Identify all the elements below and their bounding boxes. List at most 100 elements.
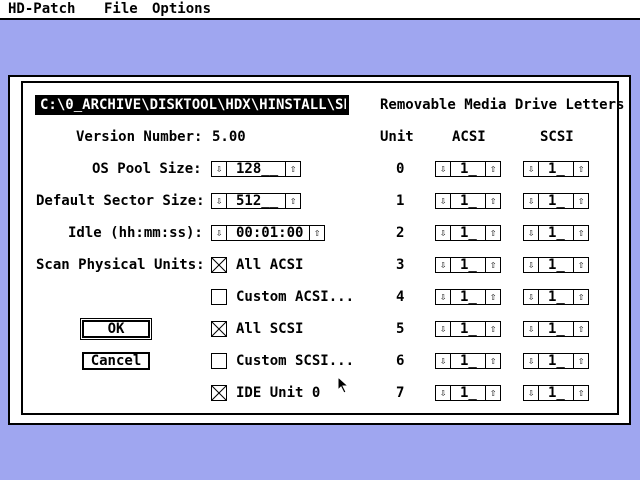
scsi-drive-letter-value[interactable]: 1_ xyxy=(548,321,565,337)
up-arrow-icon[interactable]: ⇧ xyxy=(285,162,300,176)
up-arrow-icon[interactable]: ⇧ xyxy=(573,194,588,208)
acsi-drive-letter-spinner: ⇩ 1_ ⇧ xyxy=(435,385,501,401)
all-acsi-label[interactable]: All ACSI xyxy=(236,257,303,273)
up-arrow-icon[interactable]: ⇧ xyxy=(485,226,500,240)
down-arrow-icon[interactable]: ⇩ xyxy=(436,386,451,400)
acsi-drive-letter-value[interactable]: 1_ xyxy=(460,257,477,273)
up-arrow-icon[interactable]: ⇧ xyxy=(573,290,588,304)
cancel-button[interactable]: Cancel xyxy=(82,352,150,370)
acsi-drive-letter-value[interactable]: 1_ xyxy=(460,321,477,337)
unit-number: 7 xyxy=(396,385,405,401)
ide-unit-0-label[interactable]: IDE Unit 0 xyxy=(236,385,320,401)
scan-units-label: Scan Physical Units: xyxy=(36,257,205,273)
scsi-drive-letter-value[interactable]: 1_ xyxy=(548,385,565,401)
scsi-drive-letter-spinner: ⇩ 1_ ⇧ xyxy=(523,161,589,177)
up-arrow-icon[interactable]: ⇧ xyxy=(485,162,500,176)
scsi-drive-letter-spinner: ⇩ 1_ ⇧ xyxy=(523,385,589,401)
path-field[interactable]: C:\0_ARCHIVE\DISKTOOL\HDX\HINSTALL\SPA xyxy=(35,95,349,115)
menu-options[interactable]: Options xyxy=(152,1,211,17)
custom-acsi-checkbox[interactable] xyxy=(211,289,227,305)
idle-value[interactable]: 00:01:00 xyxy=(236,225,303,241)
down-arrow-icon[interactable]: ⇩ xyxy=(436,194,451,208)
acsi-drive-letter-spinner: ⇩ 1_ ⇧ xyxy=(435,321,501,337)
acsi-drive-letter-spinner: ⇩ 1_ ⇧ xyxy=(435,161,501,177)
down-arrow-icon[interactable]: ⇩ xyxy=(212,194,227,208)
down-arrow-icon[interactable]: ⇩ xyxy=(524,162,539,176)
up-arrow-icon[interactable]: ⇧ xyxy=(309,226,324,240)
down-arrow-icon[interactable]: ⇩ xyxy=(524,194,539,208)
menu-file[interactable]: File xyxy=(104,1,138,17)
up-arrow-icon[interactable]: ⇧ xyxy=(485,290,500,304)
scsi-column-header: SCSI xyxy=(540,129,574,145)
up-arrow-icon[interactable]: ⇧ xyxy=(485,194,500,208)
scsi-drive-letter-value[interactable]: 1_ xyxy=(548,161,565,177)
down-arrow-icon[interactable]: ⇩ xyxy=(212,226,227,240)
os-pool-label: OS Pool Size: xyxy=(92,161,202,177)
scsi-drive-letter-spinner: ⇩ 1_ ⇧ xyxy=(523,225,589,241)
up-arrow-icon[interactable]: ⇧ xyxy=(573,226,588,240)
version-value: 5.00 xyxy=(212,129,246,145)
up-arrow-icon[interactable]: ⇧ xyxy=(485,386,500,400)
scsi-drive-letter-spinner: ⇩ 1_ ⇧ xyxy=(523,353,589,369)
up-arrow-icon[interactable]: ⇧ xyxy=(485,354,500,368)
down-arrow-icon[interactable]: ⇩ xyxy=(436,226,451,240)
acsi-drive-letter-value[interactable]: 1_ xyxy=(460,289,477,305)
acsi-drive-letter-value[interactable]: 1_ xyxy=(460,385,477,401)
scsi-drive-letter-value[interactable]: 1_ xyxy=(548,193,565,209)
os-pool-value[interactable]: 128__ xyxy=(236,161,278,177)
up-arrow-icon[interactable]: ⇧ xyxy=(485,322,500,336)
acsi-drive-letter-value[interactable]: 1_ xyxy=(460,225,477,241)
idle-spinner: ⇩ 00:01:00 ⇧ xyxy=(211,225,325,241)
scsi-drive-letter-value[interactable]: 1_ xyxy=(548,257,565,273)
down-arrow-icon[interactable]: ⇩ xyxy=(212,162,227,176)
all-scsi-checkbox[interactable] xyxy=(211,321,227,337)
all-scsi-label[interactable]: All SCSI xyxy=(236,321,303,337)
down-arrow-icon[interactable]: ⇩ xyxy=(436,322,451,336)
scsi-drive-letter-value[interactable]: 1_ xyxy=(548,353,565,369)
menu-bar: HD-Patch File Options xyxy=(0,0,640,20)
up-arrow-icon[interactable]: ⇧ xyxy=(573,386,588,400)
unit-column-header: Unit xyxy=(380,129,414,145)
acsi-drive-letter-value[interactable]: 1_ xyxy=(460,161,477,177)
up-arrow-icon[interactable]: ⇧ xyxy=(485,258,500,272)
scsi-drive-letter-spinner: ⇩ 1_ ⇧ xyxy=(523,321,589,337)
unit-number: 4 xyxy=(396,289,405,305)
ok-button[interactable]: OK xyxy=(80,318,152,340)
menu-hd-patch[interactable]: HD-Patch xyxy=(8,1,75,17)
up-arrow-icon[interactable]: ⇧ xyxy=(573,354,588,368)
idle-label: Idle (hh:mm:ss): xyxy=(68,225,203,241)
down-arrow-icon[interactable]: ⇩ xyxy=(436,162,451,176)
custom-scsi-checkbox[interactable] xyxy=(211,353,227,369)
acsi-drive-letter-spinner: ⇩ 1_ ⇧ xyxy=(435,225,501,241)
down-arrow-icon[interactable]: ⇩ xyxy=(436,290,451,304)
down-arrow-icon[interactable]: ⇩ xyxy=(524,386,539,400)
unit-number: 0 xyxy=(396,161,405,177)
acsi-drive-letter-spinner: ⇩ 1_ ⇧ xyxy=(435,257,501,273)
down-arrow-icon[interactable]: ⇩ xyxy=(524,322,539,336)
scsi-drive-letter-value[interactable]: 1_ xyxy=(548,289,565,305)
version-label: Version Number: xyxy=(76,129,203,145)
up-arrow-icon[interactable]: ⇧ xyxy=(573,322,588,336)
up-arrow-icon[interactable]: ⇧ xyxy=(573,258,588,272)
custom-scsi-label[interactable]: Custom SCSI... xyxy=(236,353,354,369)
os-pool-spinner: ⇩ 128__ ⇧ xyxy=(211,161,301,177)
acsi-drive-letter-spinner: ⇩ 1_ ⇧ xyxy=(435,193,501,209)
down-arrow-icon[interactable]: ⇩ xyxy=(524,226,539,240)
sector-size-value[interactable]: 512__ xyxy=(236,193,278,209)
down-arrow-icon[interactable]: ⇩ xyxy=(436,354,451,368)
scsi-drive-letter-value[interactable]: 1_ xyxy=(548,225,565,241)
down-arrow-icon[interactable]: ⇩ xyxy=(524,354,539,368)
all-acsi-checkbox[interactable] xyxy=(211,257,227,273)
down-arrow-icon[interactable]: ⇩ xyxy=(524,258,539,272)
unit-number: 3 xyxy=(396,257,405,273)
up-arrow-icon[interactable]: ⇧ xyxy=(573,162,588,176)
down-arrow-icon[interactable]: ⇩ xyxy=(524,290,539,304)
sector-size-spinner: ⇩ 512__ ⇧ xyxy=(211,193,301,209)
custom-acsi-label[interactable]: Custom ACSI... xyxy=(236,289,354,305)
down-arrow-icon[interactable]: ⇩ xyxy=(436,258,451,272)
acsi-drive-letter-value[interactable]: 1_ xyxy=(460,193,477,209)
unit-number: 5 xyxy=(396,321,405,337)
up-arrow-icon[interactable]: ⇧ xyxy=(285,194,300,208)
ide-unit-0-checkbox[interactable] xyxy=(211,385,227,401)
acsi-drive-letter-value[interactable]: 1_ xyxy=(460,353,477,369)
